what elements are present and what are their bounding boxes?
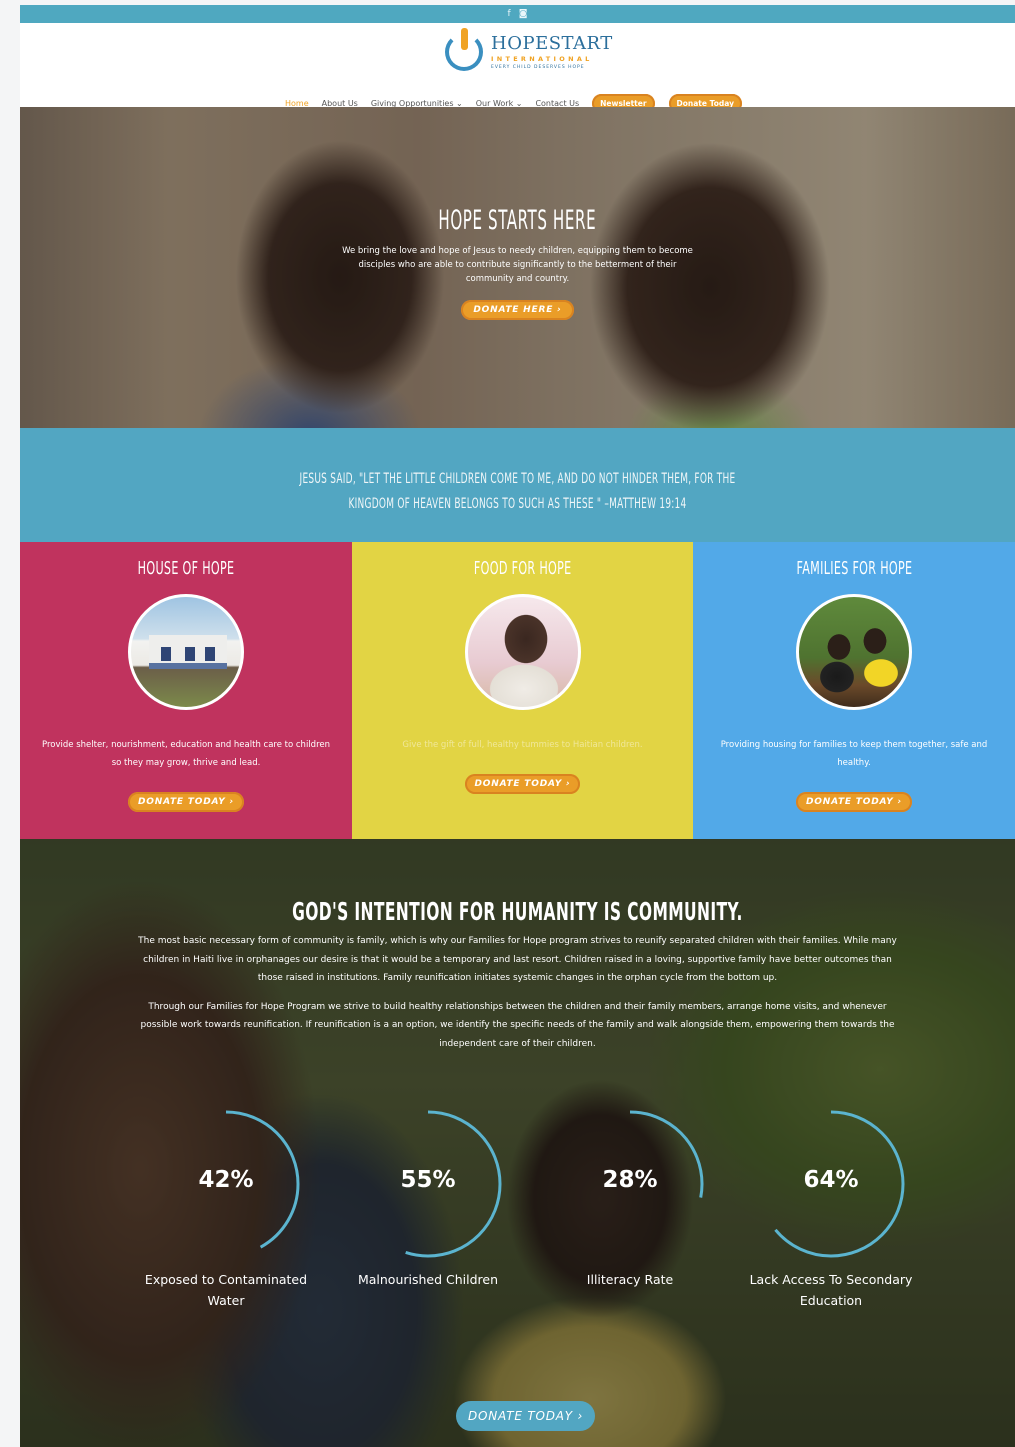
column-title: HOUSE OF HOPE: [137, 558, 235, 579]
quote-line-2: KINGDOM OF HEAVEN BELONGS TO SUCH AS THE…: [348, 496, 687, 512]
column-title: FOOD FOR HOPE: [473, 558, 572, 579]
stat-contaminated-water: 42% Exposed to Contaminated Water: [125, 1109, 327, 1311]
donate-today-button[interactable]: DONATE TODAY ›: [128, 792, 244, 812]
stat-label: Exposed to Contaminated Water: [144, 1272, 308, 1308]
families-for-hope-column: FAMILIES FOR HOPE Providing housing for …: [693, 542, 1015, 839]
stat-value: 64%: [803, 1167, 859, 1193]
column-title: FAMILIES FOR HOPE: [796, 558, 912, 579]
instagram-icon[interactable]: ◙: [519, 9, 528, 19]
stat-label: Lack Access To Secondary Education: [749, 1272, 913, 1308]
hero-title: HOPE STARTS HERE: [438, 205, 597, 236]
stat-label: Malnourished Children: [357, 1272, 499, 1287]
logo[interactable]: HOPESTART INTERNATIONAL EVERY CHILD DESE…: [445, 28, 613, 71]
logo-mark-icon: [445, 28, 483, 71]
stat-value: 42%: [198, 1167, 254, 1193]
community-paragraph-1: The most basic necessary form of communi…: [138, 936, 897, 983]
donate-here-button[interactable]: DONATE HERE ›: [461, 300, 574, 320]
stat-label: Illiteracy Rate: [586, 1272, 674, 1287]
program-columns: HOUSE OF HOPE Provide shelter, nourishme…: [20, 542, 1015, 839]
site-header: HOPESTART INTERNATIONAL EVERY CHILD DESE…: [20, 23, 1015, 113]
social-bar: f ◙: [20, 5, 1015, 23]
house-of-hope-column: HOUSE OF HOPE Provide shelter, nourishme…: [20, 542, 352, 839]
logo-subtitle: INTERNATIONAL: [491, 54, 593, 63]
facebook-icon[interactable]: f: [508, 9, 511, 19]
food-for-hope-column: FOOD FOR HOPE Give the gift of full, hea…: [352, 542, 693, 839]
child-photo: [464, 594, 581, 710]
stat-secondary-education: 64% Lack Access To Secondary Education: [730, 1109, 932, 1311]
house-photo: [128, 594, 244, 710]
hero-text: We bring the love and hope of Jesus to n…: [342, 246, 693, 284]
column-text: Provide shelter, nourishment, education …: [42, 740, 330, 768]
stat-value: 28%: [602, 1167, 658, 1193]
donate-today-button[interactable]: DONATE TODAY ›: [464, 774, 581, 794]
community-section: GOD'S INTENTION FOR HUMANITY IS COMMUNIT…: [20, 839, 1015, 1447]
column-text: Providing housing for families to keep t…: [720, 740, 988, 768]
scripture-quote: JESUS SAID, "LET THE LITTLE CHILDREN COM…: [20, 428, 1015, 542]
stats-row: 42% Exposed to Contaminated Water 55% Ma…: [20, 1109, 1015, 1349]
stat-malnourished: 55% Malnourished Children: [327, 1109, 529, 1290]
quote-line-1: JESUS SAID, "LET THE LITTLE CHILDREN COM…: [299, 471, 736, 487]
hero-banner: HOPE STARTS HERE We bring the love and h…: [20, 107, 1015, 428]
community-paragraph-2: Through our Families for Hope Program we…: [140, 1001, 895, 1049]
donate-today-button[interactable]: DONATE TODAY ›: [796, 792, 912, 812]
stat-illiteracy: 28% Illiteracy Rate: [529, 1109, 731, 1290]
logo-name: HOPESTART: [491, 32, 613, 54]
donate-today-bottom-button[interactable]: DONATE TODAY ›: [456, 1401, 596, 1431]
family-photo: [796, 594, 912, 710]
page: f ◙ HOPESTART INTERNATIONAL EVERY CHILD …: [20, 5, 1015, 1447]
community-title: GOD'S INTENTION FOR HUMANITY IS COMMUNIT…: [292, 897, 743, 926]
logo-tagline: EVERY CHILD DESERVES HOPE: [491, 64, 585, 70]
stat-value: 55%: [400, 1167, 456, 1193]
column-text: Give the gift of full, healthy tummies t…: [402, 740, 643, 750]
